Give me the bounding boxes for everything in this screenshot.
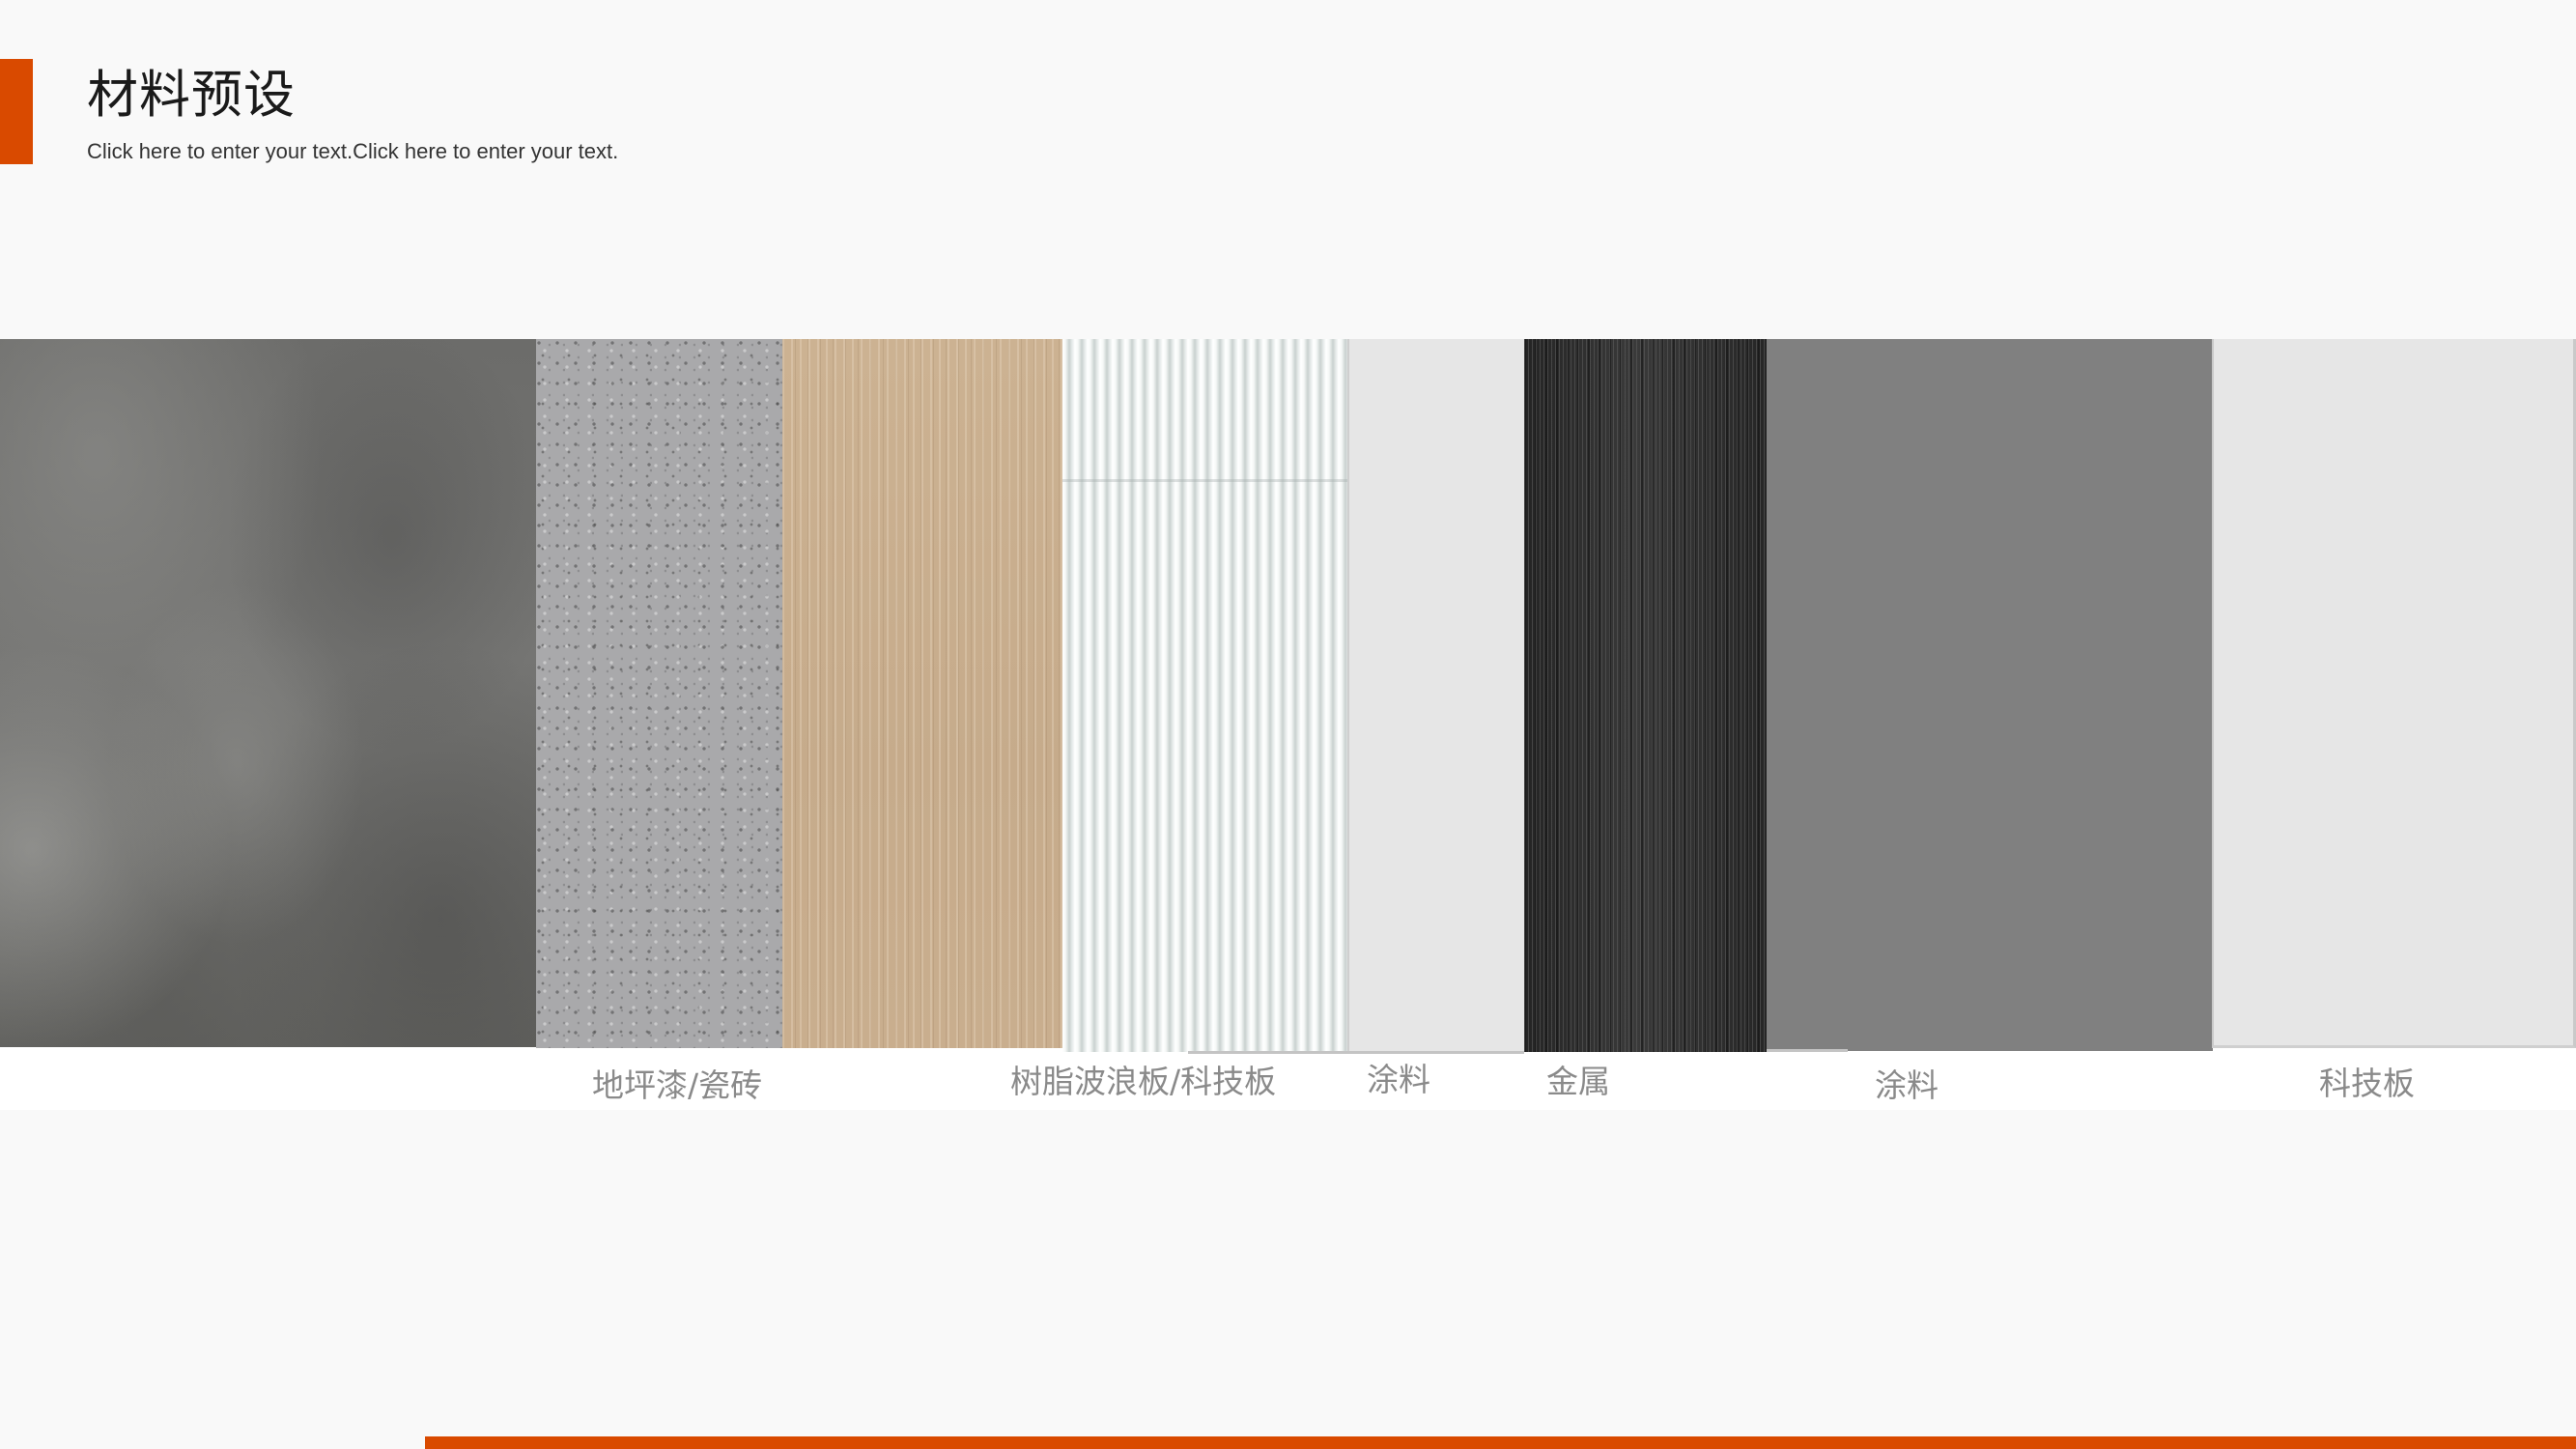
material-swatch-corrugated-resin[interactable] xyxy=(1062,339,1348,1052)
material-label-tech-board[interactable]: 科技板 xyxy=(2319,1067,2415,1099)
swatch-divider-line xyxy=(1767,1049,1848,1052)
swatch-divider-line xyxy=(1188,1051,1524,1054)
material-swatch-cement[interactable] xyxy=(0,339,537,1047)
material-label-floor-paint-tile[interactable]: 地坪漆/瓷砖 xyxy=(592,1069,762,1101)
page-title[interactable]: 材料预设 xyxy=(87,70,296,121)
page-subtitle[interactable]: Click here to enter your text.Click here… xyxy=(87,141,618,162)
material-swatch-light-paint[interactable] xyxy=(1347,339,1524,1054)
material-swatch-terrazzo[interactable] xyxy=(536,339,782,1048)
material-label-paint-light[interactable]: 涂料 xyxy=(1367,1064,1430,1095)
title-accent-bar xyxy=(0,59,33,164)
material-swatch-metal[interactable] xyxy=(1524,339,1769,1052)
material-swatch-tech-board[interactable] xyxy=(2212,339,2576,1048)
caption-strip xyxy=(0,1046,2576,1110)
material-swatch-wood[interactable] xyxy=(782,339,1062,1048)
material-label-metal[interactable]: 金属 xyxy=(1546,1065,1610,1097)
material-swatch-gray-paint[interactable] xyxy=(1767,339,2213,1051)
footer-accent-bar xyxy=(425,1436,2576,1449)
material-label-resin-tech-board[interactable]: 树脂波浪板/科技板 xyxy=(1010,1065,1276,1097)
material-label-paint-gray[interactable]: 涂料 xyxy=(1875,1069,1939,1101)
